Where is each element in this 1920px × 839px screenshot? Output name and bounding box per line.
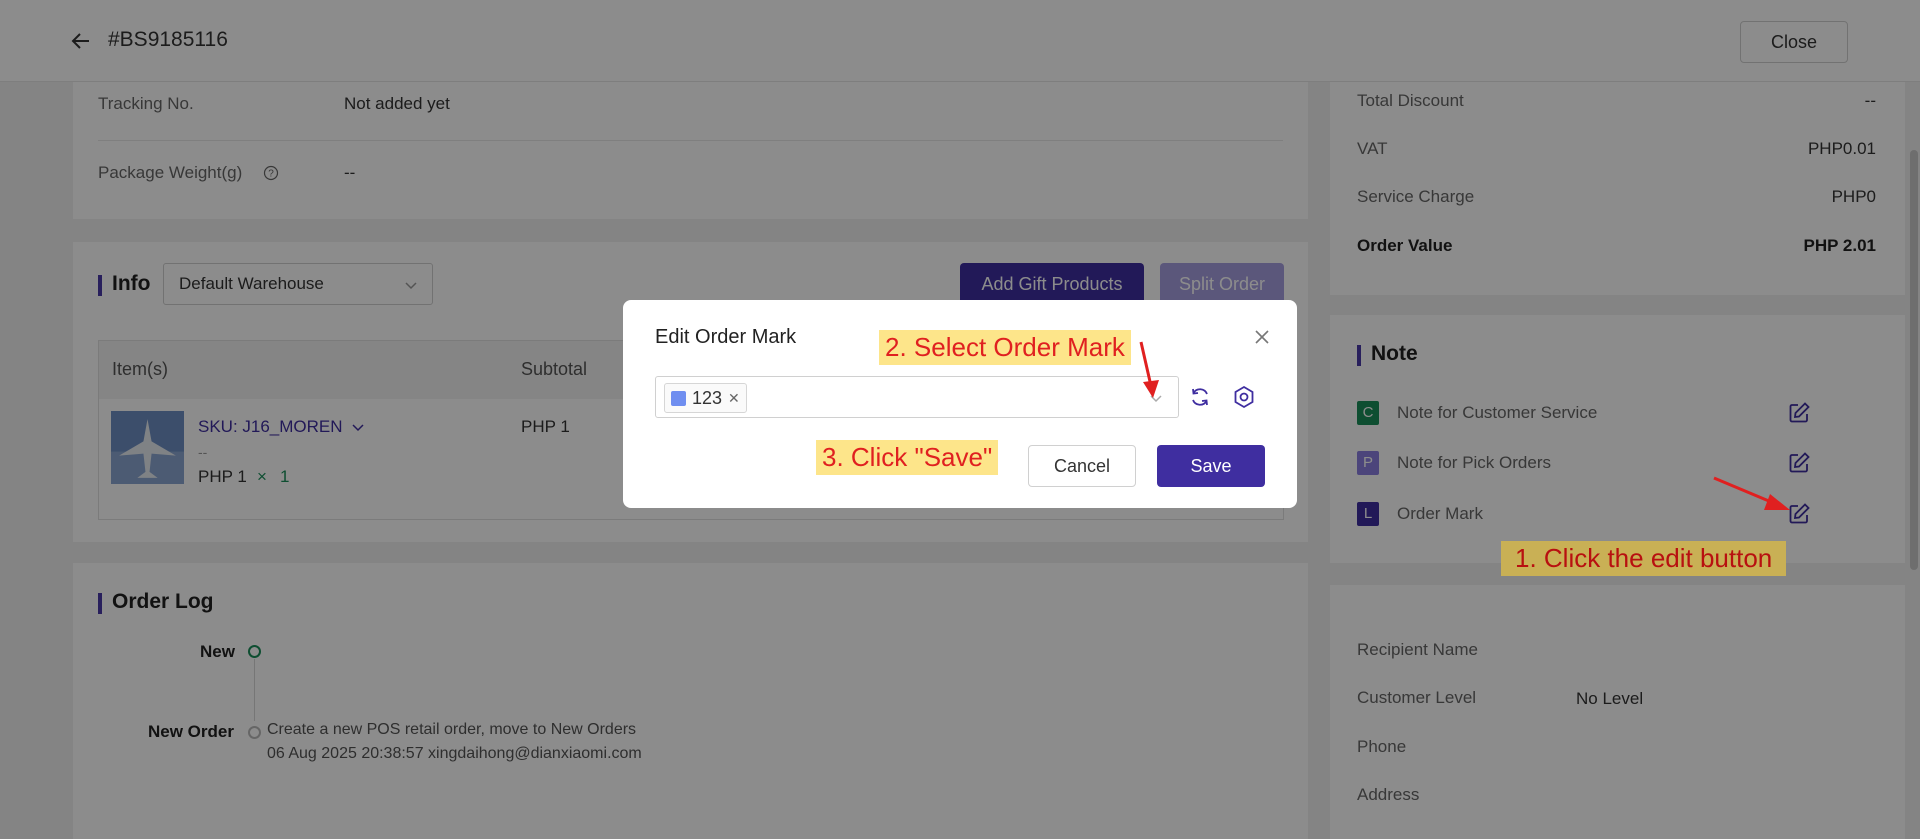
step3-annotation: 3. Click "Save" [816, 440, 999, 475]
step1-annotation: 1. Click the edit button [1501, 541, 1787, 576]
tag-color-swatch [671, 390, 686, 406]
tag-remove-icon[interactable]: ✕ [728, 390, 740, 407]
step2-arrow [1139, 341, 1159, 398]
cancel-button[interactable]: Cancel [1028, 445, 1136, 487]
tag-label: 123 [692, 387, 723, 408]
gear-icon[interactable] [1232, 385, 1256, 409]
close-icon[interactable] [1253, 328, 1271, 346]
step1-arrow [1713, 476, 1790, 510]
order-mark-tag: 123 ✕ [664, 383, 747, 413]
refresh-icon[interactable] [1189, 386, 1211, 408]
order-mark-select[interactable]: 123 ✕ [655, 376, 1179, 418]
save-button[interactable]: Save [1157, 445, 1265, 487]
step2-annotation: 2. Select Order Mark [879, 330, 1131, 365]
modal-title: Edit Order Mark [655, 326, 797, 348]
